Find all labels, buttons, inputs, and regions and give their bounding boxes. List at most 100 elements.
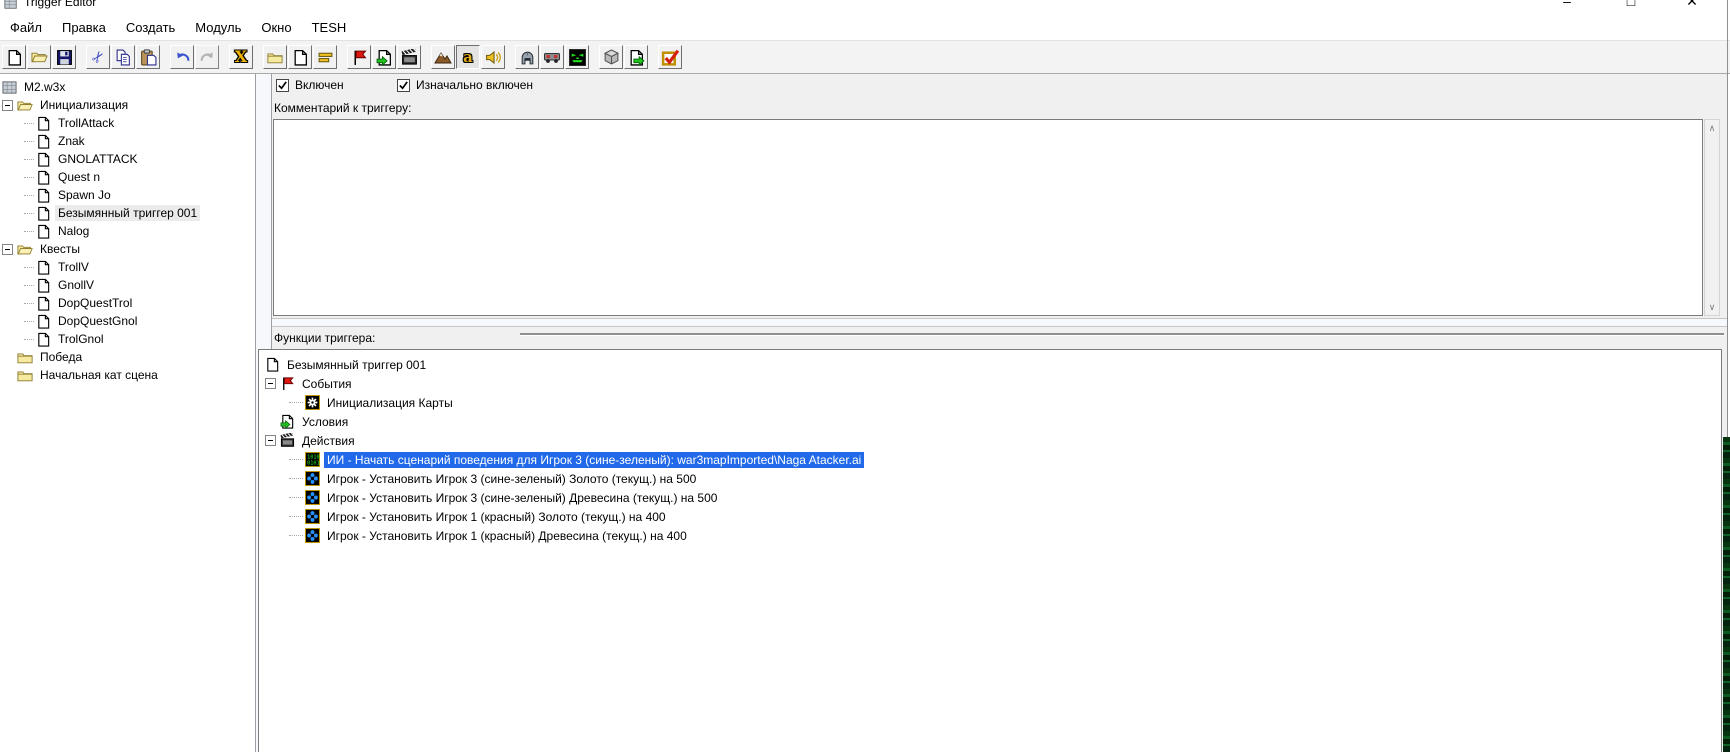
enabled-checkbox[interactable] [276, 78, 289, 92]
function-tree-item[interactable]: Игрок - Установить Игрок 1 (красный) Дре… [259, 526, 1721, 545]
player-icon [305, 471, 320, 486]
trigger-tree-item[interactable]: Победа [0, 348, 255, 366]
function-tree-item[interactable]: Инициализация Карты [259, 393, 1721, 412]
trigger-tree-label: Nalog [58, 224, 90, 238]
redo-button[interactable] [195, 45, 219, 69]
maximize-button[interactable]: □ [1620, 0, 1642, 9]
initially-on-checkbox[interactable] [397, 78, 410, 92]
function-tree-item[interactable]: Условия [259, 412, 1721, 431]
function-tree-item[interactable]: Безымянный триггер 001 [259, 355, 1721, 374]
trigger-page-icon [36, 116, 51, 131]
test-map-button[interactable] [658, 45, 682, 69]
ai-editor-button[interactable] [565, 45, 589, 69]
copy-button[interactable] [111, 45, 135, 69]
trigger-tree-item[interactable]: Nalog [0, 222, 255, 240]
new-comment-icon [317, 49, 334, 66]
minimize-button[interactable]: – [1556, 0, 1578, 9]
trigger-tree-item[interactable]: TrollAttack [0, 114, 255, 132]
function-tree-item[interactable]: Игрок - Установить Игрок 3 (сине-зеленый… [259, 469, 1721, 488]
trigger-page-icon [36, 152, 51, 167]
horizontal-splitter[interactable] [272, 318, 1728, 327]
menu-item-window[interactable]: Окно [251, 16, 301, 39]
toolbar: ✂ Xa [0, 41, 1730, 74]
test-map-icon [661, 48, 680, 67]
trigger-tree-item[interactable]: DopQuestGnol [0, 312, 255, 330]
new-trigger-icon [292, 49, 309, 66]
paste-icon [140, 48, 157, 66]
trigger-tree-item[interactable]: Квесты [0, 240, 255, 258]
campaign-editor-button[interactable] [540, 45, 564, 69]
paste-button[interactable] [136, 45, 160, 69]
expander-minus[interactable] [265, 435, 276, 446]
toolbar-group: a [431, 45, 506, 69]
menu-item-tesh[interactable]: TESH [302, 16, 357, 39]
trigger-tree-item[interactable]: TrolGnol [0, 330, 255, 348]
terrain-background-strip [1723, 437, 1730, 752]
trigger-tree-item[interactable]: GnollV [0, 276, 255, 294]
trigger-comment-input[interactable] [273, 119, 1703, 316]
function-tree-item[interactable]: Игрок - Установить Игрок 1 (красный) Зол… [259, 507, 1721, 526]
expander-minus[interactable] [2, 99, 13, 111]
expander-minus[interactable] [265, 378, 276, 389]
function-tree-item[interactable]: 1010 0101 ИИ - Начать сценарий поведения д… [259, 450, 1721, 469]
functions-label: Функции триггера: [274, 331, 376, 345]
folder-open-icon [17, 243, 33, 256]
new-document-button[interactable] [2, 45, 26, 69]
comment-scrollbar[interactable]: ∧ ∨ [1704, 119, 1720, 316]
trigger-editor-window: Trigger Editor – □ ✕ Файл Правка Создать Мо… [0, 0, 1730, 752]
trigger-tree-item[interactable]: Безымянный триггер 001 [0, 204, 255, 222]
trigger-editor-button[interactable]: a [456, 45, 480, 69]
function-tree-item[interactable]: Игрок - Установить Игрок 3 (сине-зеленый… [259, 488, 1721, 507]
expander-minus[interactable] [2, 243, 13, 255]
menu-item-edit[interactable]: Правка [52, 16, 116, 39]
scroll-down-icon[interactable]: ∨ [1705, 300, 1719, 314]
terrain-editor-button[interactable] [431, 45, 455, 69]
new-trigger-button[interactable] [288, 45, 312, 69]
tree-connector [24, 158, 34, 160]
new-action-button[interactable] [397, 45, 421, 69]
undo-button[interactable] [170, 45, 194, 69]
new-event-button[interactable] [347, 45, 371, 69]
import-manager-button[interactable] [624, 45, 648, 69]
trigger-tree-item[interactable]: TrollV [0, 258, 255, 276]
menu-item-create[interactable]: Создать [116, 16, 185, 39]
cut-button[interactable]: ✂ [86, 45, 110, 69]
object-manager-button[interactable] [599, 45, 623, 69]
tree-connector [24, 302, 34, 304]
function-tree-item[interactable]: События [259, 374, 1721, 393]
toolbar-group [599, 45, 649, 69]
function-tree-label: Инициализация Карты [327, 395, 453, 410]
trigger-tree-item[interactable]: M2.w3x [0, 74, 255, 96]
sound-editor-button[interactable] [481, 45, 505, 69]
trigger-tree-item[interactable]: Начальная кат сцена [0, 366, 255, 384]
open-folder-button[interactable] [27, 45, 51, 69]
function-tree-item[interactable]: Действия [259, 431, 1721, 450]
save-button[interactable] [52, 45, 76, 69]
new-condition-icon [376, 49, 393, 66]
trigger-tree-item[interactable]: Znak [0, 132, 255, 150]
enabled-checkbox-label: Включен [295, 78, 344, 92]
trigger-tree-item[interactable]: Spawn Jo [0, 186, 255, 204]
menu-item-module[interactable]: Модуль [185, 16, 251, 39]
trigger-tree-item[interactable]: DopQuestTrol [0, 294, 255, 312]
trigger-tree-item[interactable]: GNOLATTACK [0, 150, 255, 168]
event-flag-icon [280, 376, 295, 391]
toolbar-group [2, 45, 77, 69]
menu-item-file[interactable]: Файл [0, 16, 52, 39]
trigger-tree-item[interactable]: Инициализация [0, 96, 255, 114]
object-editor-icon [519, 49, 536, 66]
trigger-tree-label: TrolGnol [58, 332, 104, 346]
trigger-tree-item[interactable]: Quest n [0, 168, 255, 186]
window-title: Trigger Editor [24, 0, 97, 9]
function-tree-label: Условия [302, 414, 349, 429]
function-tree-label: Игрок - Установить Игрок 3 (сине-зеленый… [327, 490, 718, 505]
close-button[interactable]: ✕ [1681, 0, 1703, 10]
trigger-tree-label: TrollAttack [58, 116, 115, 130]
scroll-up-icon[interactable]: ∧ [1705, 121, 1719, 135]
object-editor-button[interactable] [515, 45, 539, 69]
trigger-page-icon [36, 278, 51, 293]
new-category-button[interactable] [263, 45, 287, 69]
delete-x-button[interactable]: X [229, 45, 253, 69]
new-comment-button[interactable] [313, 45, 337, 69]
new-condition-button[interactable] [372, 45, 396, 69]
